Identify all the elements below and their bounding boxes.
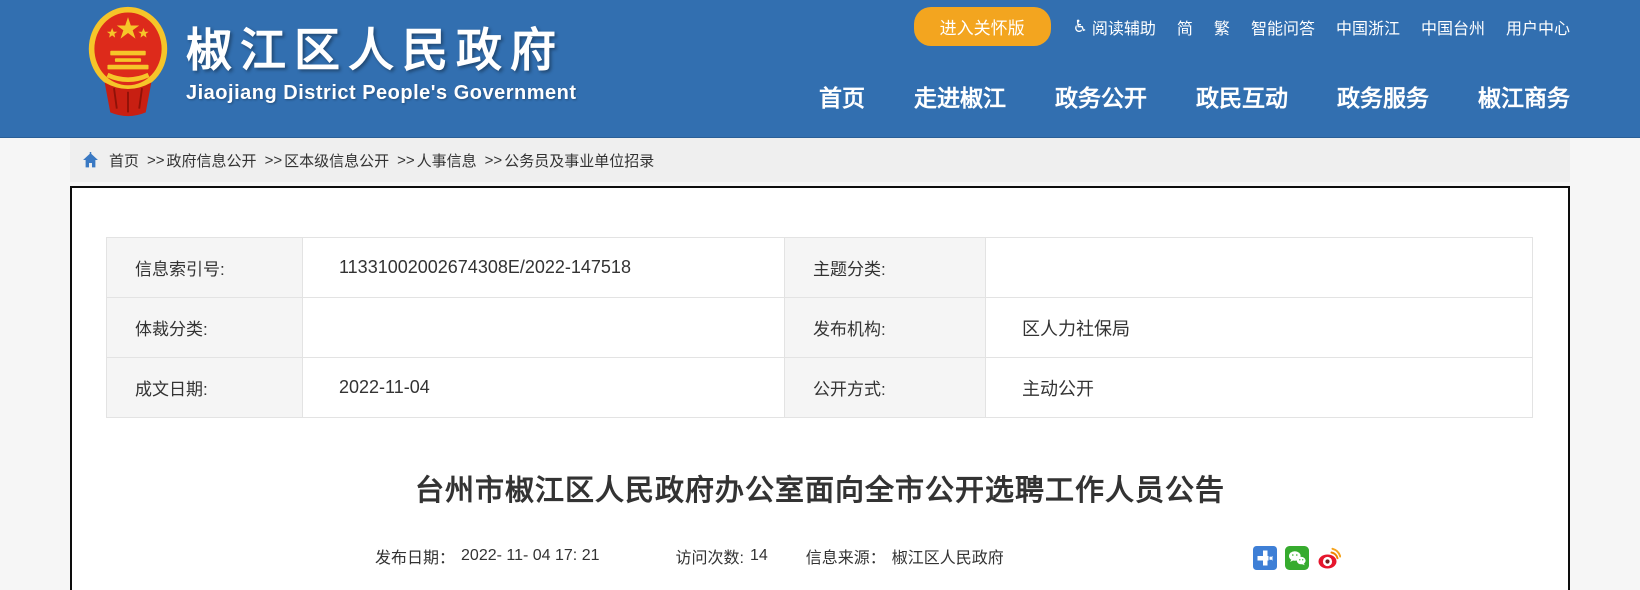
info-agency-label: 发布机构: [784, 297, 986, 358]
info-openness-value: 主动公开 [985, 357, 1533, 418]
home-icon [83, 151, 98, 167]
utility-china-zhejiang[interactable]: 中国浙江 [1336, 15, 1400, 39]
info-date-label: 成文日期: [106, 357, 303, 418]
breadcrumb-separator: >> [397, 151, 415, 169]
document-meta-row: 发布日期： 2022- 11- 04 17: 21 访问次数: 14 信息来源：… [72, 543, 1568, 570]
share-icons [1253, 546, 1341, 570]
info-genre-label: 体裁分类: [106, 297, 303, 358]
site-title: 椒江区人民政府 [186, 23, 564, 76]
table-row: 体裁分类: 发布机构: 区人力社保局 [106, 297, 1533, 358]
content-panel: 信息索引号: 11331002002674308E/2022-147518 主题… [70, 186, 1570, 590]
breadcrumb: 首页 >> 政府信息公开 >> 区本级信息公开 >> 人事信息 >> 公务员及事… [70, 138, 1570, 182]
table-row: 成文日期: 2022-11-04 公开方式: 主动公开 [106, 357, 1533, 418]
visits-label: 访问次数: [675, 550, 744, 567]
breadcrumb-item-home[interactable]: 首页 [109, 150, 139, 171]
info-date-value: 2022-11-04 [302, 357, 785, 418]
site-header: 椒江区人民政府 Jiaojiang District People's Gove… [0, 0, 1640, 138]
nav-gov-info[interactable]: 政务公开 [1055, 79, 1147, 113]
breadcrumb-item-recruitment[interactable]: 公务员及事业单位招录 [504, 150, 654, 171]
visits-value: 14 [749, 547, 768, 564]
breadcrumb-separator: >> [147, 151, 165, 169]
nav-business[interactable]: 椒江商务 [1478, 79, 1570, 113]
care-mode-button[interactable]: 进入关怀版 [913, 7, 1051, 46]
table-row: 信息索引号: 11331002002674308E/2022-147518 主题… [106, 237, 1533, 298]
weibo-share-icon[interactable] [1317, 546, 1341, 570]
breadcrumb-separator: >> [264, 151, 283, 169]
breadcrumb-item-gov-info[interactable]: 政府信息公开 [167, 150, 257, 171]
info-openness-label: 公开方式: [784, 357, 986, 418]
nav-about[interactable]: 走进椒江 [914, 79, 1006, 113]
national-emblem-logo [88, 6, 168, 117]
breadcrumb-item-personnel[interactable]: 人事信息 [417, 150, 477, 171]
source-label: 信息来源： [805, 550, 886, 567]
accessibility-icon: ♿ [1072, 16, 1088, 36]
utility-reading-aid[interactable]: ♿ 阅读辅助 [1073, 15, 1156, 39]
share-more-icon[interactable] [1253, 546, 1277, 570]
info-topic-value [985, 237, 1533, 298]
info-genre-value [302, 297, 785, 358]
publish-date-value: 2022- 11- 04 17: 21 [461, 547, 600, 564]
document-info-table: 信息索引号: 11331002002674308E/2022-147518 主题… [106, 237, 1533, 418]
wechat-share-icon[interactable] [1285, 546, 1309, 570]
site-subtitle: Jiaojiang District People's Government [186, 82, 577, 105]
info-index-value: 11331002002674308E/2022-147518 [302, 237, 785, 298]
breadcrumb-item-district-info[interactable]: 区本级信息公开 [284, 150, 389, 171]
nav-services[interactable]: 政务服务 [1337, 79, 1429, 113]
utility-bar: 进入关怀版 ♿ 阅读辅助 简 繁 智能问答 中国浙江 中国台州 用户中心 [913, 7, 1570, 46]
utility-china-taizhou[interactable]: 中国台州 [1421, 15, 1485, 39]
utility-simplified[interactable]: 简 [1177, 15, 1193, 39]
nav-interaction[interactable]: 政民互动 [1196, 79, 1288, 113]
source-value: 椒江区人民政府 [891, 550, 1004, 567]
utility-user-center[interactable]: 用户中心 [1506, 15, 1570, 39]
utility-traditional[interactable]: 繁 [1214, 15, 1230, 39]
utility-smart-qa[interactable]: 智能问答 [1251, 15, 1315, 39]
breadcrumb-separator: >> [484, 151, 503, 169]
info-agency-value: 区人力社保局 [985, 297, 1533, 358]
document-title: 台州市椒江区人民政府办公室面向全市公开选聘工作人员公告 [414, 475, 1225, 507]
nav-home[interactable]: 首页 [819, 79, 865, 113]
publish-date-label: 发布日期： [375, 550, 456, 567]
main-nav: 首页 走进椒江 政务公开 政民互动 政务服务 椒江商务 [819, 79, 1570, 113]
site-brand[interactable]: 椒江区人民政府 Jiaojiang District People's Gove… [86, 4, 577, 118]
info-topic-label: 主题分类: [784, 237, 986, 298]
info-index-label: 信息索引号: [106, 237, 303, 298]
